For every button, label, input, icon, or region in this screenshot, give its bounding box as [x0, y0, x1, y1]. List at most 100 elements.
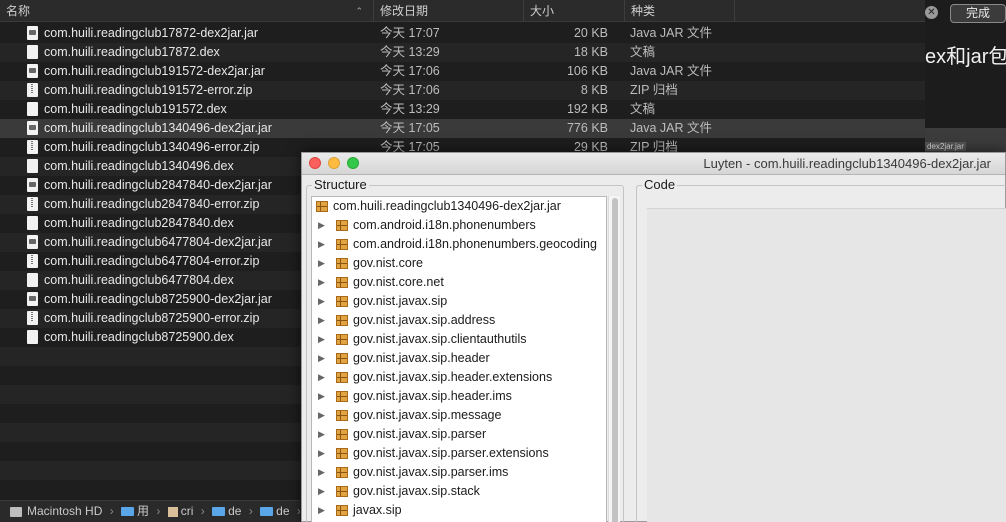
zip-file-icon: [27, 83, 38, 97]
package-icon: [336, 391, 348, 402]
file-row[interactable]: com.huili.readingclub191572.dex 今天 13:29 1…: [0, 100, 925, 119]
column-header-name[interactable]: 名称 ⌃: [0, 0, 374, 22]
expand-arrow-icon[interactable]: ▶: [318, 254, 325, 273]
tree-scrollbar[interactable]: [608, 196, 620, 522]
tree-package-node[interactable]: ▶ gov.nist.javax.sip.header.extensions: [312, 368, 606, 387]
expand-arrow-icon[interactable]: ▶: [318, 330, 325, 349]
close-window-button[interactable]: [309, 157, 321, 169]
tree-package-node[interactable]: ▶ gov.nist.javax.sip.parser.ims: [312, 463, 606, 482]
file-date: 今天 17:06: [380, 83, 440, 97]
jar-file-icon: [27, 178, 38, 192]
package-icon: [336, 258, 348, 269]
package-name: gov.nist.javax.sip.header: [353, 351, 490, 365]
expand-arrow-icon[interactable]: ▶: [318, 216, 325, 235]
tree-package-node[interactable]: ▶ gov.nist.core: [312, 254, 606, 273]
tree-package-node[interactable]: ▶ gov.nist.javax.sip.parser: [312, 425, 606, 444]
expand-arrow-icon[interactable]: ▶: [318, 444, 325, 463]
path-separator: ›: [297, 501, 300, 522]
code-view[interactable]: [647, 208, 1006, 522]
tree-package-node[interactable]: ▶ com.android.i18n.phonenumbers.geocoding: [312, 235, 606, 254]
column-header-size[interactable]: 大小: [524, 0, 625, 22]
file-name: com.huili.readingclub2847840-error.zip: [44, 197, 260, 211]
file-row[interactable]: com.huili.readingclub191572-error.zip 今天 …: [0, 81, 925, 100]
document-file-icon: [27, 45, 38, 59]
file-row[interactable]: com.huili.readingclub17872-dex2jar.jar 今天…: [0, 24, 925, 43]
expand-arrow-icon[interactable]: ▶: [318, 387, 325, 406]
expand-arrow-icon[interactable]: ▶: [318, 425, 325, 444]
code-label: Code: [642, 177, 678, 192]
tree-package-node[interactable]: ▶ gov.nist.core.net: [312, 273, 606, 292]
tree-package-node[interactable]: ▶ gov.nist.javax.sip.parser.extensions: [312, 444, 606, 463]
path-segment[interactable]: 用: [137, 501, 149, 522]
expand-arrow-icon[interactable]: ▶: [318, 311, 325, 330]
file-name: com.huili.readingclub1340496-dex2jar.jar: [44, 121, 272, 135]
file-row[interactable]: com.huili.readingclub191572-dex2jar.jar 今…: [0, 62, 925, 81]
tree-package-node[interactable]: ▶ gov.nist.javax.sip.header.ims: [312, 387, 606, 406]
file-name: com.huili.readingclub191572.dex: [44, 102, 227, 116]
package-icon: [336, 429, 348, 440]
document-file-icon: [27, 273, 38, 287]
file-name: com.huili.readingclub2847840-dex2jar.jar: [44, 178, 272, 192]
file-name: com.huili.readingclub1340496-error.zip: [44, 140, 260, 154]
file-name: com.huili.readingclub6477804-error.zip: [44, 254, 260, 268]
clear-search-icon[interactable]: ✕: [925, 6, 938, 19]
file-name: com.huili.readingclub17872-dex2jar.jar: [44, 26, 259, 40]
package-name: gov.nist.javax.sip.parser: [353, 427, 487, 441]
file-row[interactable]: com.huili.readingclub17872.dex 今天 13:29 18…: [0, 43, 925, 62]
file-row[interactable]: com.huili.readingclub1340496-dex2jar.jar…: [0, 119, 925, 138]
tree-package-node[interactable]: ▶ gov.nist.javax.sip.message: [312, 406, 606, 425]
package-icon: [336, 315, 348, 326]
path-disk[interactable]: Macintosh HD: [27, 501, 102, 522]
done-button[interactable]: 完成: [950, 4, 1006, 23]
tree-package-node[interactable]: ▶ gov.nist.javax.sip.stack: [312, 482, 606, 501]
document-file-icon: [27, 330, 38, 344]
package-icon: [336, 220, 348, 231]
file-size: 776 KB: [566, 121, 608, 135]
file-name: com.huili.readingclub6477804.dex: [44, 273, 234, 287]
expand-arrow-icon[interactable]: ▶: [318, 273, 325, 292]
path-segment[interactable]: cri: [181, 501, 194, 522]
path-segment[interactable]: de: [276, 501, 289, 522]
file-kind: Java JAR 文件: [630, 64, 712, 78]
jar-file-icon: [27, 235, 38, 249]
file-date: 今天 13:29: [380, 102, 440, 116]
expand-arrow-icon[interactable]: ▶: [318, 292, 325, 311]
path-separator: ›: [156, 504, 161, 519]
expand-arrow-icon[interactable]: ▶: [318, 501, 325, 520]
expand-arrow-icon[interactable]: ▶: [318, 235, 325, 254]
zip-file-icon: [27, 311, 38, 325]
expand-arrow-icon[interactable]: ▶: [318, 368, 325, 387]
column-header-kind[interactable]: 种类: [625, 0, 735, 22]
file-size: 192 KB: [566, 102, 608, 116]
package-name: gov.nist.javax.sip.clientauthutils: [353, 332, 527, 346]
window-title: Luyten - com.huili.readingclub1340496-de…: [703, 156, 991, 171]
window-titlebar[interactable]: Luyten - com.huili.readingclub1340496-de…: [302, 153, 1005, 175]
tree-root-label: com.huili.readingclub1340496-dex2jar.jar: [333, 199, 561, 213]
zip-file-icon: [27, 197, 38, 211]
tree-root-jar[interactable]: com.huili.readingclub1340496-dex2jar.jar: [312, 197, 606, 216]
zip-file-icon: [27, 140, 38, 154]
jar-file-icon: [27, 292, 38, 306]
tree-package-node[interactable]: ▶ gov.nist.javax.sip.clientauthutils: [312, 330, 606, 349]
tree-package-node[interactable]: ▶ gov.nist.javax.sip.address: [312, 311, 606, 330]
structure-panel: Structure com.huili.readingclub1340496-d…: [306, 177, 624, 522]
file-name: com.huili.readingclub17872.dex: [44, 45, 220, 59]
tree-package-node[interactable]: ▶ gov.nist.javax.sip: [312, 292, 606, 311]
package-icon: [336, 372, 348, 383]
expand-arrow-icon[interactable]: ▶: [318, 463, 325, 482]
file-name: com.huili.readingclub8725900.dex: [44, 330, 234, 344]
path-segment[interactable]: de: [228, 501, 241, 522]
background-heading-fragment: ex和jar包: [925, 46, 1006, 68]
tree-package-node[interactable]: ▶ gov.nist.javax.sip.header: [312, 349, 606, 368]
folder-icon: [212, 507, 226, 517]
expand-arrow-icon[interactable]: ▶: [318, 349, 325, 368]
file-name: com.huili.readingclub2847840.dex: [44, 216, 234, 230]
minimize-window-button[interactable]: [328, 157, 340, 169]
maximize-window-button[interactable]: [347, 157, 359, 169]
package-name: gov.nist.javax.sip.message: [353, 408, 502, 422]
expand-arrow-icon[interactable]: ▶: [318, 406, 325, 425]
tree-package-node[interactable]: ▶ com.android.i18n.phonenumbers: [312, 216, 606, 235]
tree-package-node[interactable]: ▶ javax.sip: [312, 501, 606, 520]
column-header-date[interactable]: 修改日期: [374, 0, 524, 22]
expand-arrow-icon[interactable]: ▶: [318, 482, 325, 501]
